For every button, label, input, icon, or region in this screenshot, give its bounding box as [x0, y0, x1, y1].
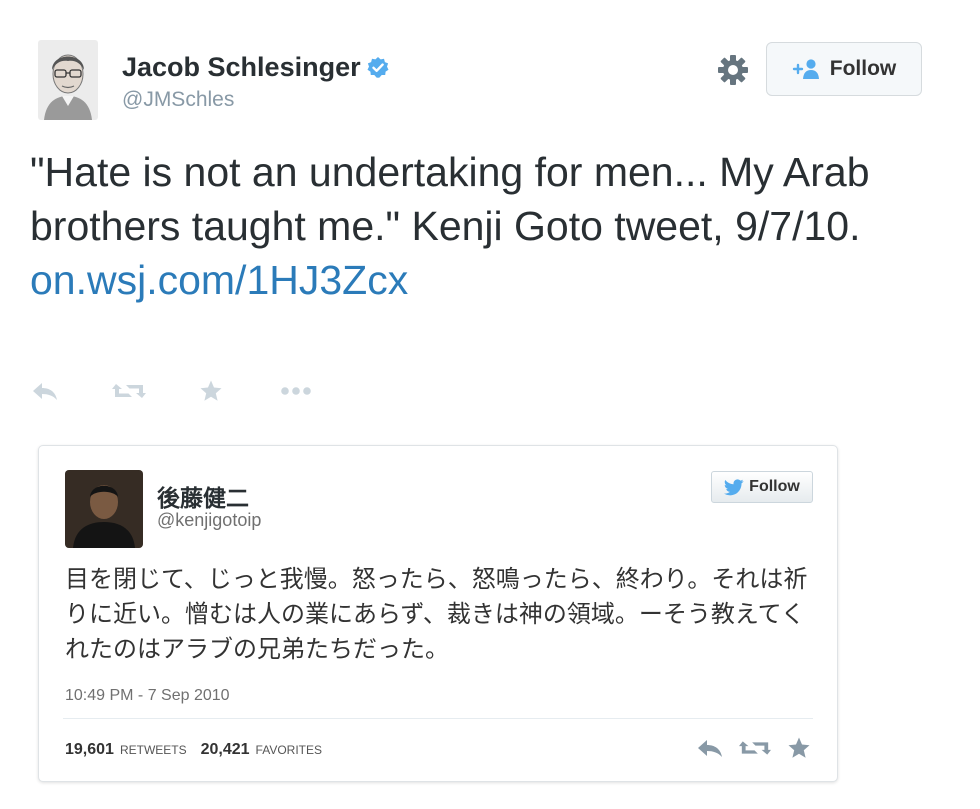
retweet-icon[interactable] — [739, 737, 771, 759]
retweets-count[interactable]: 19,601 — [65, 741, 114, 759]
embed-divider — [63, 718, 813, 719]
gear-icon[interactable] — [716, 53, 750, 87]
embed-follow-label: Follow — [749, 478, 800, 495]
embed-author-name[interactable]: 後藤健二 — [157, 479, 249, 513]
favorites-label: FAVORITES — [255, 743, 323, 757]
retweet-icon[interactable] — [112, 376, 146, 406]
author-handle[interactable]: @JMSchles — [122, 88, 234, 112]
verified-badge-icon — [367, 56, 389, 78]
favorite-icon[interactable] — [199, 376, 223, 406]
embed-stats: 19,601 RETWEETS 20,421 FAVORITES — [65, 741, 330, 759]
avatar-portrait — [38, 40, 98, 120]
favorite-icon[interactable] — [787, 736, 811, 760]
embed-actions — [697, 736, 811, 760]
favorites-count[interactable]: 20,421 — [201, 741, 250, 759]
embed-author-handle[interactable]: @kenjigotoip — [157, 510, 261, 531]
embed-author-avatar[interactable] — [65, 470, 143, 548]
author-avatar[interactable] — [38, 40, 98, 120]
embed-follow-button[interactable]: Follow — [711, 471, 813, 503]
retweets-label: RETWEETS — [119, 743, 187, 757]
embed-tweet-text: 目を閉じて、じっと我慢。怒ったら、怒鳴ったら、終わり。それは祈りに近い。憎むは人… — [65, 566, 808, 663]
tweet-link[interactable]: on.wsj.com/1HJ3Zcx — [30, 257, 408, 303]
tweet-text: "Hate is not an undertaking for men... M… — [30, 145, 940, 307]
follow-button[interactable]: Follow — [766, 42, 922, 96]
follow-button-label: Follow — [829, 57, 897, 80]
embedded-tweet[interactable]: 後藤健二 @kenjigotoip Follow 目を閉じて、じっと我慢。怒った… — [38, 445, 838, 782]
twitter-bird-icon — [724, 478, 744, 495]
add-user-icon — [792, 59, 819, 79]
reply-icon[interactable] — [697, 738, 723, 758]
tweet-body: "Hate is not an undertaking for men... M… — [30, 149, 870, 249]
embed-timestamp[interactable]: 10:49 PM - 7 Sep 2010 — [65, 687, 230, 705]
more-icon[interactable] — [280, 376, 312, 406]
reply-icon[interactable] — [32, 376, 58, 406]
author-name[interactable]: Jacob Schlesinger — [122, 52, 361, 83]
author-name-row[interactable]: Jacob Schlesinger — [122, 52, 390, 83]
